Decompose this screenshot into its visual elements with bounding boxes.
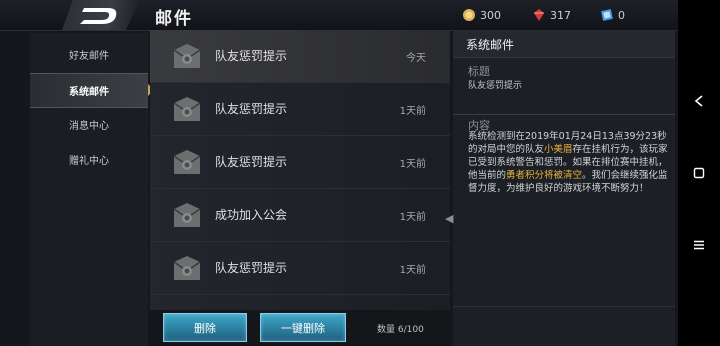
mail-title: 队友惩罚提示: [215, 155, 288, 169]
diamond-counter: 317: [526, 6, 590, 24]
sidebar-item-label: 系统邮件: [69, 87, 109, 98]
page-title: 邮件: [155, 9, 193, 29]
detail-divider: [453, 114, 675, 115]
mail-time: 今天: [406, 53, 426, 64]
subject-label: 标题: [468, 65, 490, 78]
system-nav-bar: [678, 0, 720, 346]
mail-envelope-icon: [173, 150, 201, 174]
detail-header-title: 系统邮件: [466, 38, 515, 52]
back-triangle-icon: [694, 95, 703, 107]
subject-value: 队友惩罚提示: [468, 81, 523, 91]
mail-count: 数量 6/100: [377, 325, 424, 335]
mail-title: 成功加入公会: [215, 208, 288, 222]
mail-envelope-icon: [173, 256, 201, 280]
sidebar-item-system-mail[interactable]: 系统邮件: [30, 73, 154, 108]
delete-button[interactable]: 删除: [163, 313, 247, 342]
coin-counter: 300: [456, 6, 520, 24]
mail-envelope-icon: [173, 97, 201, 121]
mail-item[interactable]: 队友惩罚提示 1天前: [150, 83, 450, 136]
mail-item-partial[interactable]: [150, 295, 450, 310]
diamond-value: 317: [550, 8, 571, 22]
sidebar-item-friend-mail[interactable]: 好友邮件: [30, 38, 148, 71]
mail-item[interactable]: 队友惩罚提示 1天前: [150, 242, 450, 295]
top-bar: 邮件 300 317 0: [0, 0, 720, 31]
chevron-left-icon: ◀: [445, 212, 454, 225]
mail-time: 1天前: [399, 265, 426, 276]
mail-item[interactable]: 队友惩罚提示 今天: [150, 30, 450, 83]
sidebar-item-label: 消息中心: [69, 121, 109, 132]
mail-time: 1天前: [399, 106, 426, 117]
delete-all-button[interactable]: 一键删除: [260, 313, 346, 342]
mail-list[interactable]: 队友惩罚提示 今天 队友惩罚提示 1天前 队友惩罚提示 1天前 成功加入公会 1…: [150, 30, 450, 310]
coin-icon: [463, 9, 475, 21]
mail-actions-bar: 删除 一键删除 数量 6/100: [150, 310, 450, 346]
mail-time: 1天前: [399, 212, 426, 223]
menu-lines-icon: [694, 240, 704, 250]
detail-header: 系统邮件: [453, 30, 675, 58]
mail-time: 1天前: [399, 159, 426, 170]
sidebar-item-gift-center[interactable]: 赠礼中心: [30, 143, 148, 176]
mail-title: 队友惩罚提示: [215, 49, 288, 63]
back-button[interactable]: [62, 0, 140, 30]
mail-item[interactable]: 队友惩罚提示 1天前: [150, 136, 450, 189]
ticket-value: 0: [618, 8, 625, 22]
sidebar-item-message-center[interactable]: 消息中心: [30, 108, 148, 141]
sidebar-item-label: 好友邮件: [69, 51, 109, 62]
back-logo-icon: [80, 8, 117, 24]
ticket-icon: [601, 9, 613, 21]
ticket-counter: 0: [594, 6, 658, 24]
content-body: 系统检测到在2019年01月24日13点39分23秒的对局中您的队友小美眉存在挂…: [468, 130, 668, 195]
coin-value: 300: [480, 8, 501, 22]
sidebar: 好友邮件 系统邮件 消息中心 赠礼中心: [30, 33, 154, 346]
mail-item[interactable]: 成功加入公会 1天前: [150, 189, 450, 242]
nav-home-button[interactable]: [678, 158, 720, 188]
mail-title: 队友惩罚提示: [215, 102, 288, 116]
mail-envelope-icon: [173, 44, 201, 68]
sidebar-item-label: 赠礼中心: [69, 156, 109, 167]
mail-detail-panel: ◀ 系统邮件 标题 队友惩罚提示 内容 系统检测到在2019年01月24日13点…: [445, 30, 675, 346]
diamond-icon: [534, 9, 544, 21]
mail-envelope-icon: [173, 203, 201, 227]
mail-title: 队友惩罚提示: [215, 261, 288, 275]
nav-back-button[interactable]: [678, 86, 720, 116]
detail-bottom-line: [453, 306, 675, 307]
highlight-player-name: 小美眉: [544, 144, 573, 155]
highlight-penalty: 勇者积分将被清空: [506, 170, 583, 181]
home-square-icon: [693, 167, 705, 179]
nav-menu-button[interactable]: [678, 230, 720, 260]
